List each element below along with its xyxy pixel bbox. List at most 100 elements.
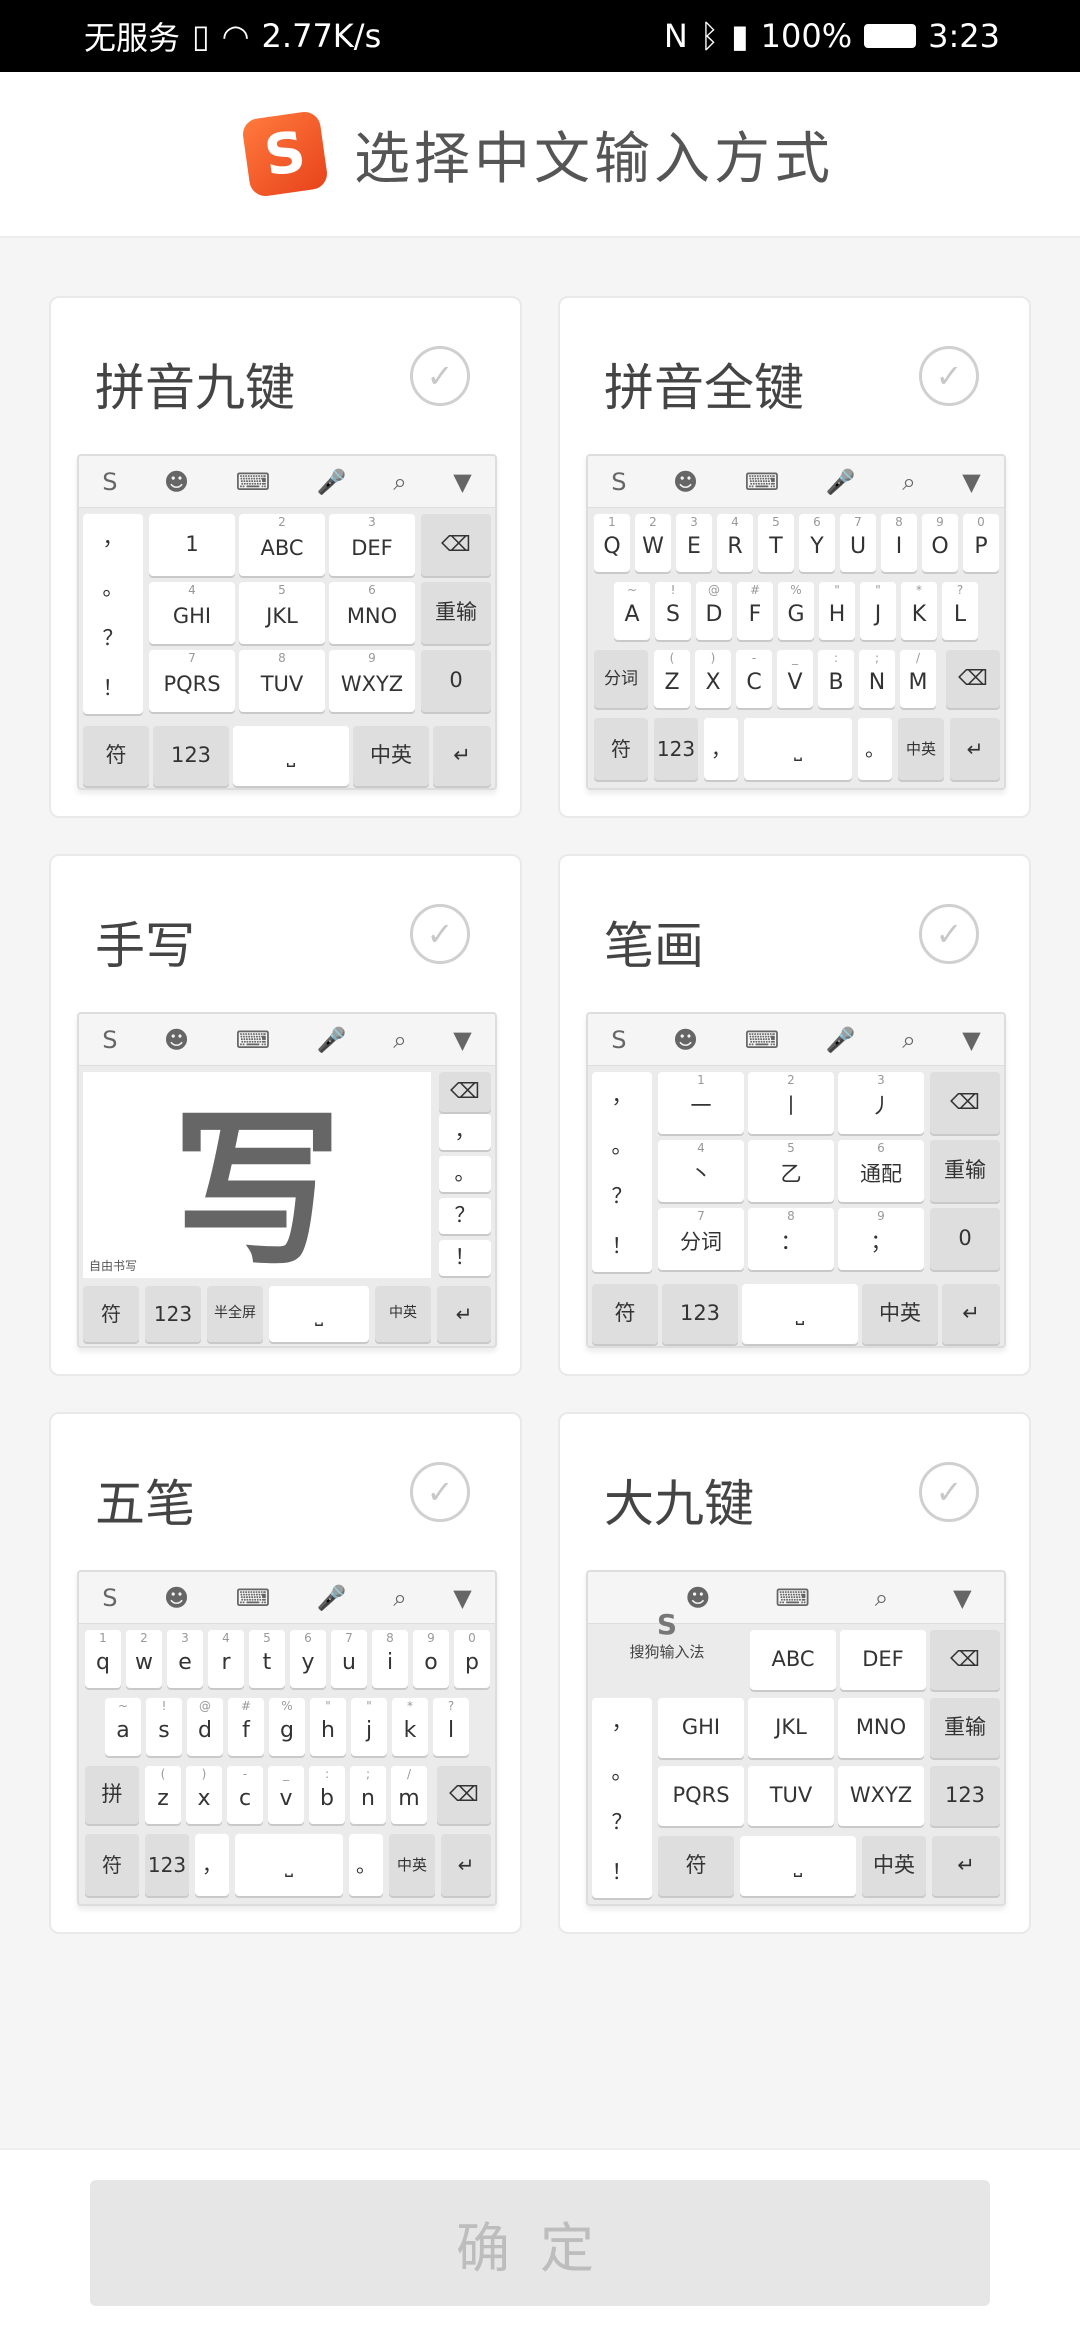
punct-key: ， xyxy=(102,526,124,551)
key-label: ， xyxy=(454,1119,476,1144)
option-card-qwerty[interactable]: 拼音全键 ✓ S ☻ ⌨ 🎤 ⌕ ▼ Q 1 W 2 E 3 R 4 T 5 Y 6 U 7 I 8 O 9 P 0 A ~ S! D @ F… xyxy=(558,296,1031,818)
key-label: TUV xyxy=(769,1783,813,1808)
sim-icon: ▯ xyxy=(192,17,210,55)
keyboard-key: ↵ xyxy=(433,726,491,786)
keyboard-key: ↵ xyxy=(942,1284,1000,1344)
key-sublabel: 8 xyxy=(787,1209,795,1223)
option-card-handwriting[interactable]: 手写 ✓ S ☻ ⌨ 🎤 ⌕ ▼ 写自由书写 ⌫ ， 。 ？ ！ 符 123 半全屏 ⎵ 中英 ↵ xyxy=(49,854,522,1376)
keyboard-key: C- xyxy=(736,650,772,708)
collapse-icon: ▼ xyxy=(453,467,472,496)
keyboard-key: 半全屏 xyxy=(207,1286,263,1342)
key-sublabel: - xyxy=(242,1767,248,1781)
keyboard-key: m / xyxy=(391,1766,427,1824)
key-label: w xyxy=(135,1649,153,1675)
key-label: 123 xyxy=(170,743,212,768)
keyboard-key: d @ xyxy=(187,1698,223,1756)
battery-percent: 100% xyxy=(760,17,853,55)
key-sublabel: : xyxy=(324,1767,330,1781)
keyboard-key: 123 xyxy=(662,1284,738,1344)
option-card-pinyin9[interactable]: 拼音九键 ✓ S ☻ ⌨ 🎤 ⌕ ▼ ， 。 ？ ！ 1 ABC 2 DEF 3 GHI 4 JKL 5 MNO 6 PQ… xyxy=(49,296,522,818)
confirm-button[interactable]: 确定 xyxy=(90,2180,990,2306)
check-icon[interactable]: ✓ xyxy=(410,346,470,406)
key-sublabel: 2 xyxy=(787,1073,795,1087)
keyboard-key: ⌫ xyxy=(930,1630,1000,1690)
check-icon[interactable]: ✓ xyxy=(410,904,470,964)
keyboard-icon: ⌨ xyxy=(744,1025,780,1054)
key-sublabel: 7 xyxy=(188,651,196,665)
key-sublabel: ( xyxy=(160,1767,166,1781)
key-label: GHI xyxy=(681,1715,721,1740)
key-label: r xyxy=(221,1649,231,1675)
key-sublabel: % xyxy=(281,1699,293,1713)
key-label: ： xyxy=(780,1230,802,1255)
key-label: Z xyxy=(664,669,680,695)
key-sublabel: " xyxy=(875,583,881,597)
key-sublabel: 2 xyxy=(140,1631,148,1645)
key-sublabel: / xyxy=(406,1767,412,1781)
key-label: ABC xyxy=(260,536,304,561)
key-label: ↵ xyxy=(966,737,984,761)
key-label: V xyxy=(787,669,803,695)
keyboard-toolbar: S ☻ ⌨ 🎤 ⌕ ▼ xyxy=(588,1014,1004,1066)
keyboard-key: ⌫ xyxy=(946,650,1000,708)
key-label: ↵ xyxy=(453,743,471,768)
keyboard-key: t5 xyxy=(249,1630,285,1688)
key-label: q xyxy=(96,1649,110,1675)
key-label: u xyxy=(342,1649,356,1675)
key-label: 通配 xyxy=(860,1162,902,1187)
keyboard-key: a ~ xyxy=(105,1698,141,1756)
key-label: a xyxy=(116,1717,130,1743)
check-icon[interactable]: ✓ xyxy=(410,1462,470,1522)
key-label: 符 xyxy=(105,743,127,768)
key-sublabel: @ xyxy=(199,1699,211,1713)
check-icon[interactable]: ✓ xyxy=(919,346,979,406)
option-title: 手写 xyxy=(95,917,195,975)
key-label: H xyxy=(828,601,846,627)
keyboard-key: J " xyxy=(860,582,896,640)
keyboard-key: ↵ xyxy=(441,1834,491,1896)
sogou-icon: S xyxy=(102,1025,118,1054)
check-icon[interactable]: ✓ xyxy=(919,904,979,964)
punct-key: ？ xyxy=(611,1810,633,1835)
keyboard-key: V _ xyxy=(777,650,813,708)
keyboard-key: ABC xyxy=(750,1630,836,1690)
key-label: N xyxy=(868,669,886,695)
option-card-wubi[interactable]: 五笔 ✓ S ☻ ⌨ 🎤 ⌕ ▼ q 1 w 2 e 3 r 4 t 5 y 6 u 7 i 8 o 9 p 0 a ~ s! d @ f # g… xyxy=(49,1412,522,1934)
key-label: I xyxy=(895,533,903,559)
option-card-stroke[interactable]: 笔画 ✓ S ☻ ⌨ 🎤 ⌕ ▼，。？！一 1 丨 2 丿 3 丶 4 乙 5 通配 6 分词 7： 8； 9 ⌫ 重输 0 符… xyxy=(558,854,1031,1376)
key-sublabel: ? xyxy=(447,1699,455,1713)
keyboard-key: 符 xyxy=(592,1284,658,1344)
key-sublabel: 0 xyxy=(468,1631,476,1645)
option-card-big9[interactable]: 大九键 ✓ ☻ ⌨ ⌕ ▼ S 搜狗输入法，。？！ ABC DEF GHI JKL MNO PQRS T… xyxy=(558,1412,1031,1934)
key-label: C xyxy=(746,669,762,695)
key-label: l xyxy=(447,1717,455,1743)
keyboard-key: 中英 xyxy=(862,1284,938,1344)
keyboard-key: w2 xyxy=(126,1630,162,1688)
key-label: ↵ xyxy=(457,1853,475,1877)
keyboard-key: ⎵ xyxy=(269,1286,369,1342)
key-sublabel: 5 xyxy=(787,1141,795,1155)
keyboard-key: ！ xyxy=(439,1240,491,1276)
key-label: 。 xyxy=(356,1853,376,1877)
keyboard-icon: ⌨ xyxy=(744,467,780,496)
keyboard-body: ，。？！一 1 丨 2 丿 3 丶 4 乙 5 通配 6 分词 7： 8； 9 ⌫ 重输 0 符 123 ⎵ 中英 ↵ xyxy=(592,1072,1000,1344)
keyboard-key: TUV 8 xyxy=(239,650,325,712)
key-label: 123 xyxy=(679,1301,721,1326)
key-label: 123 xyxy=(153,1302,193,1326)
option-title: 拼音九键 xyxy=(95,359,295,417)
keyboard-key: 一1 xyxy=(658,1072,744,1134)
key-label: 。 xyxy=(865,737,885,761)
check-icon[interactable]: ✓ xyxy=(919,1462,979,1522)
brand-block: S 搜狗输入法 xyxy=(592,1580,742,1690)
keyboard-key: ↵ xyxy=(932,1836,1000,1896)
keyboard-preview: S ☻ ⌨ 🎤 ⌕ ▼ Q 1 W 2 E 3 R 4 T 5 Y 6 U 7 I 8 O 9 P 0 A ~ S! D @ F # G% H " J "… xyxy=(586,454,1006,790)
key-label: W xyxy=(642,533,664,559)
search-icon: ⌕ xyxy=(902,1025,916,1054)
keyboard-toolbar: S ☻ ⌨ 🎤 ⌕ ▼ xyxy=(588,456,1004,508)
key-sublabel: ! xyxy=(670,583,676,597)
key-sublabel: " xyxy=(834,583,840,597)
keyboard-key: e3 xyxy=(167,1630,203,1688)
key-label: 重输 xyxy=(944,1158,986,1183)
key-label: 重输 xyxy=(435,600,477,625)
key-label: 分词 xyxy=(680,1230,722,1255)
